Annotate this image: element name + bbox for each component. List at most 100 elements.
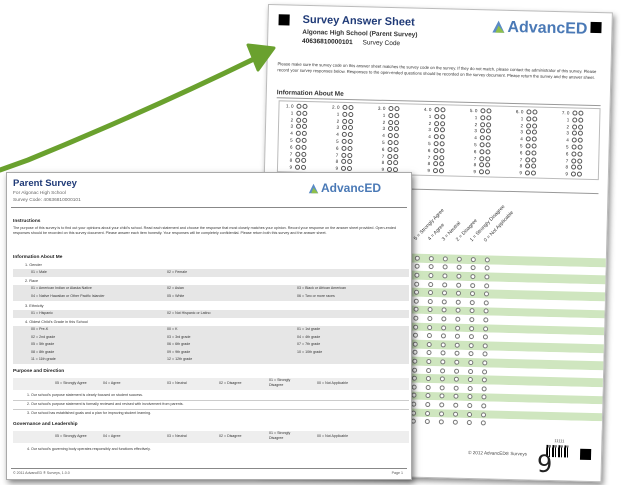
answer-bubble[interactable] (478, 169, 485, 175)
answer-bubble[interactable] (482, 360, 488, 366)
answer-bubble[interactable] (577, 158, 583, 164)
answer-bubble[interactable] (413, 315, 419, 321)
answer-bubble[interactable] (456, 282, 462, 288)
answer-bubble[interactable] (433, 134, 439, 140)
answer-bubble[interactable] (532, 116, 538, 122)
answer-bubble[interactable] (525, 129, 532, 135)
answer-bubble[interactable] (414, 255, 420, 261)
answer-bubble[interactable] (440, 359, 446, 365)
answer-bubble[interactable] (348, 118, 354, 124)
answer-bubble[interactable] (346, 166, 353, 172)
answer-bubble[interactable] (347, 125, 354, 131)
answer-bubble[interactable] (434, 107, 440, 113)
answer-bubble[interactable] (484, 282, 490, 289)
answer-bubble[interactable] (442, 281, 448, 288)
answer-bubble[interactable] (571, 130, 577, 136)
answer-bubble[interactable] (577, 151, 583, 157)
answer-bubble[interactable] (480, 411, 487, 418)
answer-bubble[interactable] (524, 170, 531, 176)
answer-bubble[interactable] (340, 166, 347, 172)
answer-bubble[interactable] (439, 127, 446, 133)
answer-bubble[interactable] (469, 317, 475, 323)
answer-bubble[interactable] (439, 154, 445, 160)
answer-bubble[interactable] (441, 316, 447, 322)
answer-bubble[interactable] (571, 164, 577, 170)
answer-bubble[interactable] (300, 165, 307, 171)
answer-bubble[interactable] (438, 410, 445, 417)
answer-bubble[interactable] (393, 133, 399, 139)
answer-bubble[interactable] (525, 143, 531, 149)
answer-bubble[interactable] (452, 411, 459, 417)
answer-bubble[interactable] (453, 402, 459, 408)
answer-bubble[interactable] (387, 146, 393, 152)
answer-bubble[interactable] (302, 117, 308, 123)
answer-bubble[interactable] (530, 170, 537, 176)
answer-bubble[interactable] (412, 358, 418, 364)
answer-bubble[interactable] (428, 281, 434, 287)
answer-bubble[interactable] (388, 105, 394, 112)
answer-bubble[interactable] (440, 120, 446, 126)
answer-bubble[interactable] (342, 111, 348, 117)
answer-bubble[interactable] (531, 157, 537, 163)
answer-bubble[interactable] (301, 151, 307, 157)
answer-bubble[interactable] (439, 141, 445, 147)
answer-bubble[interactable] (426, 341, 432, 347)
answer-bubble[interactable] (467, 402, 473, 409)
answer-bubble[interactable] (440, 107, 446, 113)
answer-bubble[interactable] (479, 142, 485, 148)
answer-bubble[interactable] (571, 137, 577, 143)
answer-bubble[interactable] (387, 126, 394, 132)
answer-bubble[interactable] (393, 146, 399, 153)
answer-bubble[interactable] (393, 160, 399, 166)
answer-bubble[interactable] (454, 368, 460, 374)
answer-bubble[interactable] (414, 281, 420, 287)
answer-bubble[interactable] (577, 137, 583, 143)
answer-bubble[interactable] (484, 257, 490, 263)
answer-bubble[interactable] (572, 110, 578, 116)
answer-bubble[interactable] (438, 168, 445, 174)
answer-bubble[interactable] (341, 132, 347, 138)
answer-bubble[interactable] (531, 150, 537, 156)
answer-bubble[interactable] (470, 282, 476, 288)
answer-bubble[interactable] (296, 117, 302, 123)
answer-bubble[interactable] (485, 128, 492, 134)
answer-bubble[interactable] (295, 151, 301, 157)
answer-bubble[interactable] (393, 140, 399, 146)
answer-bubble[interactable] (526, 109, 532, 115)
answer-bubble[interactable] (456, 273, 462, 279)
answer-bubble[interactable] (341, 159, 347, 165)
answer-bubble[interactable] (428, 255, 434, 261)
answer-bubble[interactable] (413, 324, 419, 330)
answer-bubble[interactable] (525, 156, 531, 163)
answer-bubble[interactable] (302, 110, 308, 116)
answer-bubble[interactable] (470, 256, 476, 262)
answer-bubble[interactable] (433, 147, 439, 153)
answer-bubble[interactable] (455, 299, 461, 305)
answer-bubble[interactable] (433, 161, 439, 167)
answer-bubble[interactable] (486, 115, 492, 121)
answer-bubble[interactable] (453, 385, 459, 391)
answer-bubble[interactable] (341, 138, 347, 144)
answer-bubble[interactable] (301, 124, 308, 130)
answer-bubble[interactable] (572, 117, 578, 123)
answer-bubble[interactable] (480, 115, 486, 121)
answer-bubble[interactable] (525, 150, 531, 156)
answer-bubble[interactable] (439, 161, 445, 167)
answer-bubble[interactable] (342, 118, 348, 124)
answer-bubble[interactable] (342, 104, 348, 110)
answer-bubble[interactable] (578, 110, 584, 116)
answer-bubble[interactable] (439, 385, 445, 391)
answer-bubble[interactable] (393, 126, 400, 132)
answer-bubble[interactable] (347, 152, 353, 158)
answer-bubble[interactable] (468, 342, 474, 348)
answer-bubble[interactable] (571, 158, 577, 164)
answer-bubble[interactable] (481, 403, 487, 409)
answer-bubble[interactable] (532, 123, 538, 129)
answer-bubble[interactable] (434, 120, 440, 126)
answer-bubble[interactable] (433, 141, 439, 147)
answer-bubble[interactable] (433, 154, 439, 160)
answer-bubble[interactable] (570, 171, 576, 177)
answer-bubble[interactable] (295, 144, 301, 150)
answer-bubble[interactable] (347, 145, 353, 151)
answer-bubble[interactable] (301, 137, 307, 143)
